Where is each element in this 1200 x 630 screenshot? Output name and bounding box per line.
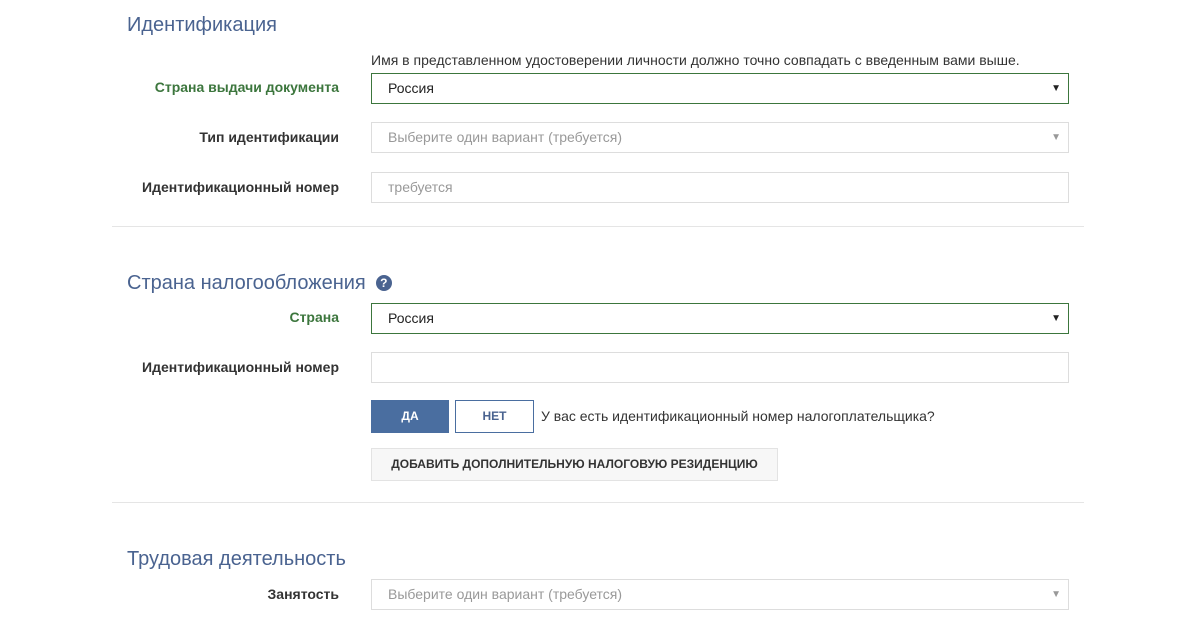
caret-down-icon: ▼ [1051, 83, 1061, 94]
tax-id-label: Идентификационный номер [142, 359, 339, 375]
employment-status-label: Занятость [267, 586, 339, 602]
section-divider [112, 502, 1084, 503]
id-type-select[interactable]: Выберите один вариант (требуется) ▼ [371, 122, 1069, 153]
issuing-country-select[interactable]: Россия ▼ [371, 73, 1069, 104]
tax-id-question: У вас есть идентификационный номер налог… [541, 408, 935, 424]
caret-down-icon: ▼ [1051, 132, 1061, 143]
employment-section-title: Трудовая деятельность [127, 548, 346, 570]
id-type-placeholder: Выберите один вариант (требуется) [388, 129, 623, 145]
section-divider [112, 226, 1084, 227]
question-circle-icon[interactable]: ? [375, 275, 392, 291]
employment-status-select[interactable]: Выберите один вариант (требуется) ▼ [371, 579, 1069, 610]
id-number-placeholder: требуется [388, 179, 453, 195]
issuing-country-value: Россия [388, 80, 434, 96]
no-button[interactable]: НЕТ [455, 400, 534, 433]
identification-hint: Имя в представленном удостоверении лично… [371, 52, 1020, 68]
tax-country-value: Россия [388, 310, 434, 326]
tax-residency-title-text: Страна налогообложения [127, 272, 366, 294]
id-type-label: Тип идентификации [199, 129, 339, 145]
employment-status-placeholder: Выберите один вариант (требуется) [388, 586, 623, 602]
id-number-label: Идентификационный номер [142, 179, 339, 195]
yes-button[interactable]: ДА [371, 400, 449, 433]
tax-id-input[interactable] [371, 352, 1069, 383]
caret-down-icon: ▼ [1051, 313, 1061, 324]
id-number-input[interactable]: требуется [371, 172, 1069, 203]
tax-residency-section-title: Страна налогообложения? [127, 271, 392, 295]
identification-section-title: Идентификация [127, 14, 277, 36]
caret-down-icon: ▼ [1051, 589, 1061, 600]
issuing-country-label: Страна выдачи документа [154, 79, 339, 95]
tax-country-select[interactable]: Россия ▼ [371, 303, 1069, 334]
form-page: Идентификация Имя в представленном удост… [0, 0, 1200, 630]
tax-country-label: Страна [289, 309, 339, 325]
add-tax-residency-button[interactable]: ДОБАВИТЬ ДОПОЛНИТЕЛЬНУЮ НАЛОГОВУЮ РЕЗИДЕ… [371, 448, 778, 481]
